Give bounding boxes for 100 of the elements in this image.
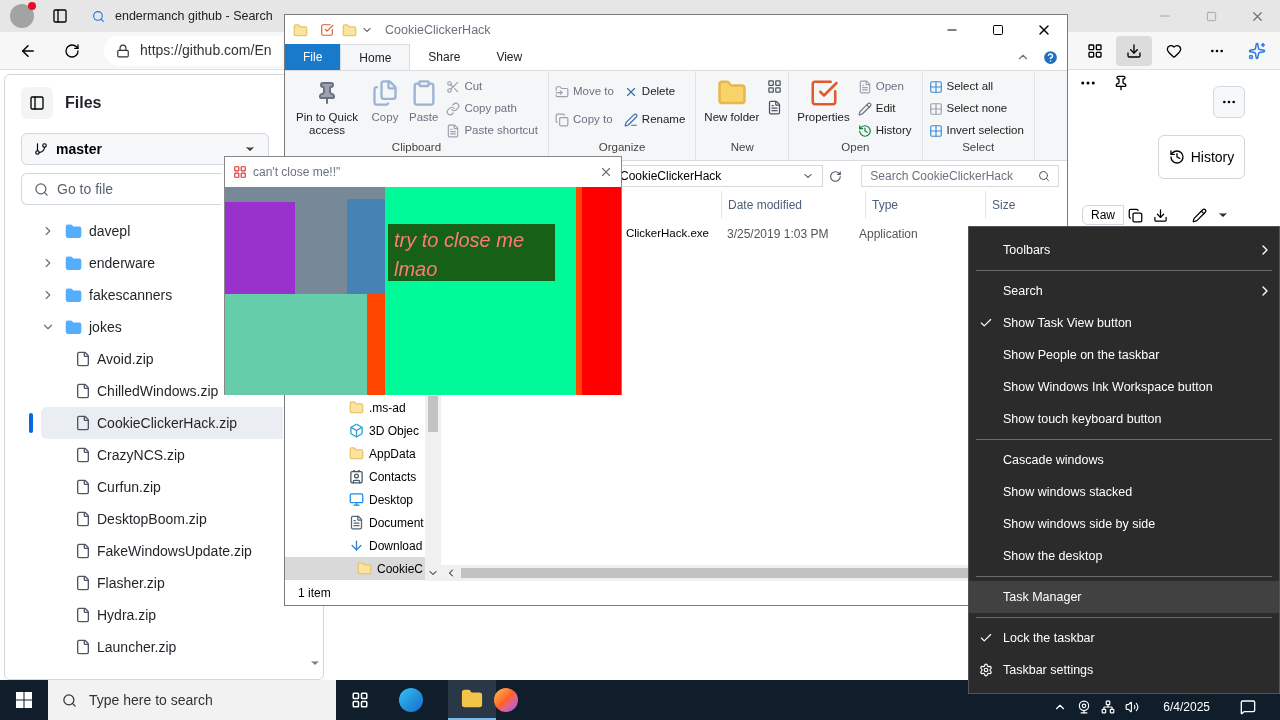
ribbon-button[interactable]: Select none xyxy=(928,100,1028,118)
file-explorer-taskbar-button[interactable] xyxy=(448,680,496,720)
file-icon xyxy=(75,479,91,495)
folder-icon xyxy=(65,318,82,336)
nav-item[interactable]: AppData xyxy=(285,442,425,465)
tab-actions-icon[interactable] xyxy=(52,8,68,24)
clock-date[interactable]: 6/4/2025 xyxy=(1163,698,1210,716)
file-row[interactable]: Launcher.zip xyxy=(41,631,179,663)
file-icon xyxy=(75,607,91,623)
menu-item[interactable]: Show Task View button xyxy=(969,307,1279,339)
nav-item[interactable]: 3D Objec xyxy=(285,419,425,442)
ribbon-button[interactable]: Select all xyxy=(928,78,1028,96)
nav-item[interactable]: Download xyxy=(285,534,425,557)
network-icon[interactable] xyxy=(1101,700,1116,714)
ribbon-button[interactable]: Edit xyxy=(857,100,916,118)
history-button[interactable]: History xyxy=(1158,135,1245,179)
ribbon-tab[interactable]: File xyxy=(285,44,341,70)
menu-item[interactable]: Show windows stacked xyxy=(969,476,1279,508)
file-row[interactable]: Hydra.zip xyxy=(41,599,159,631)
file-icon xyxy=(75,351,91,367)
menu-item[interactable]: Search xyxy=(969,275,1279,307)
edit-icon[interactable] xyxy=(1192,207,1207,223)
scrollbar[interactable] xyxy=(425,394,441,581)
column-header[interactable]: Date modified xyxy=(721,191,865,219)
copy-icon[interactable] xyxy=(1128,207,1143,223)
search-icon xyxy=(92,9,105,23)
branch-selector[interactable]: master xyxy=(21,133,269,165)
sidebar-toggle-button[interactable] xyxy=(21,87,53,119)
search-field[interactable]: Go to file xyxy=(21,173,221,205)
nav-item[interactable]: Desktop xyxy=(285,488,425,511)
download-icon[interactable] xyxy=(1153,207,1168,223)
file-row[interactable]: FakeWindowsUpdate.zip xyxy=(41,535,254,567)
browser-tab[interactable]: endermanch github - Search xyxy=(82,2,283,30)
file-row[interactable]: Flasher.zip xyxy=(41,567,167,599)
ribbon-button[interactable]: Pin to Quick access xyxy=(291,75,363,141)
search-field[interactable]: Type here to search xyxy=(48,680,336,720)
menu-item[interactable]: Cascade windows xyxy=(969,444,1279,476)
ribbon-tab[interactable]: Home xyxy=(340,44,411,70)
menu-item[interactable]: Lock the taskbar xyxy=(969,622,1279,654)
search-icon xyxy=(1038,170,1050,182)
heart-icon[interactable] xyxy=(1166,42,1182,59)
pin-icon[interactable] xyxy=(1113,75,1129,91)
document-icon xyxy=(857,80,872,94)
search-field[interactable]: Search CookieClickerHack xyxy=(861,165,1059,187)
refresh-icon[interactable] xyxy=(828,169,842,183)
reload-icon[interactable] xyxy=(64,42,80,59)
file-row[interactable]: ChilledWindows.zip xyxy=(41,375,221,407)
tree-item[interactable]: fakescanners xyxy=(89,284,173,306)
help-icon[interactable] xyxy=(1042,48,1059,66)
file-name: DesktopBoom.zip xyxy=(97,509,207,529)
file-name[interactable]: ClickerHack.exe xyxy=(625,225,709,243)
menu-item[interactable]: Taskbar settings xyxy=(969,654,1279,686)
menu-item[interactable]: Task Manager xyxy=(969,581,1279,613)
close-icon[interactable] xyxy=(599,165,613,179)
volume-icon[interactable] xyxy=(1125,700,1140,714)
address-field[interactable]: https://github.com/En xyxy=(104,35,282,66)
downloads-button[interactable] xyxy=(1116,35,1152,66)
file-row[interactable]: DesktopBoom.zip xyxy=(41,503,209,535)
file-row[interactable]: CrazyNCS.zip xyxy=(41,439,187,471)
nav-item[interactable]: .ms-ad xyxy=(285,396,425,419)
ribbon-button[interactable]: New folder xyxy=(702,75,762,141)
menu-item[interactable]: Show touch keyboard button xyxy=(969,403,1279,435)
webcam-icon[interactable] xyxy=(1077,700,1092,714)
nav-item[interactable]: Document xyxy=(285,511,425,534)
menu-item[interactable]: Show the desktop xyxy=(969,540,1279,572)
status-text: 1 item xyxy=(298,585,331,602)
group-label: Open xyxy=(840,141,871,155)
file-row[interactable]: Curfun.zip xyxy=(41,471,163,503)
nav-item[interactable]: Contacts xyxy=(285,465,425,488)
file-name: Avoid.zip xyxy=(97,349,154,369)
window-title: can't close me!!" xyxy=(253,164,341,181)
tree-item[interactable]: jokes xyxy=(89,316,122,338)
ribbon-button[interactable]: Rename xyxy=(623,111,690,129)
message-label: try to close me lmao xyxy=(388,224,555,281)
ribbon-button[interactable]: Properties xyxy=(795,75,852,141)
menu-item[interactable]: Toolbars xyxy=(969,234,1279,266)
file-row[interactable]: CookieClickerHack.zip xyxy=(41,407,283,439)
menu-item[interactable]: Show Windows Ink Workspace button xyxy=(969,371,1279,403)
ribbon-button[interactable]: Invert selection xyxy=(928,122,1028,140)
notifications-icon[interactable] xyxy=(1240,699,1256,715)
file-row[interactable]: Avoid.zip xyxy=(41,343,156,375)
copy-icon xyxy=(554,113,569,127)
menu-item[interactable]: Show windows side by side xyxy=(969,508,1279,540)
link-icon xyxy=(446,102,461,116)
grid-icon xyxy=(928,80,943,94)
tree-item[interactable]: davepl xyxy=(89,220,131,242)
checklist-icon[interactable] xyxy=(320,23,334,37)
profile-avatar[interactable] xyxy=(10,4,34,28)
column-header[interactable]: Size xyxy=(985,191,1055,219)
ribbon-button[interactable]: Delete xyxy=(623,83,690,101)
scrollbar-thumb[interactable] xyxy=(428,396,438,432)
ribbon-button[interactable]: History xyxy=(857,122,916,140)
menu-item[interactable]: Show People on the taskbar xyxy=(969,339,1279,371)
ribbon-tab[interactable]: Share xyxy=(410,44,479,70)
ribbon-tab[interactable]: View xyxy=(478,44,541,70)
raw-button[interactable]: Raw xyxy=(1082,205,1124,225)
column-header[interactable]: Type xyxy=(865,191,985,219)
nav-item[interactable]: CookieC xyxy=(285,557,425,580)
task-view-icon[interactable] xyxy=(351,691,369,709)
tree-item[interactable]: enderware xyxy=(89,252,156,274)
